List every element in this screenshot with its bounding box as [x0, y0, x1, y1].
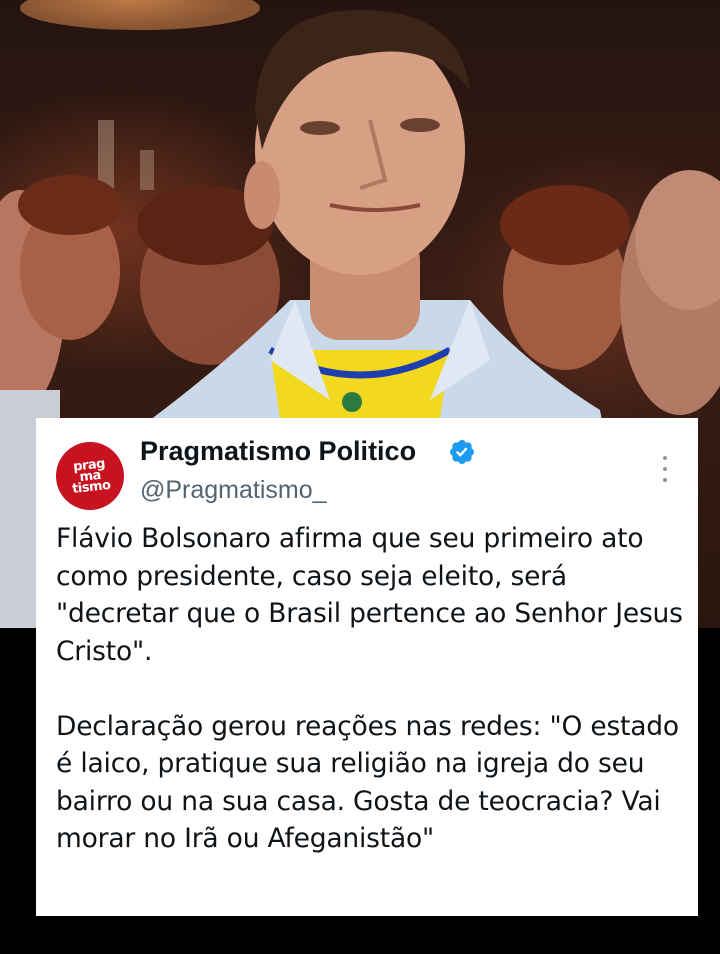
tweet-paragraph: Declaração gerou reações nas redes: "O e…	[56, 710, 679, 855]
avatar[interactable]: prag ma tismo	[56, 442, 124, 510]
handle[interactable]: @Pragmatismo_	[140, 476, 327, 505]
more-dot	[663, 467, 667, 471]
tweet-paragraph: Flávio Bolsonaro afirma que seu primeiro…	[56, 523, 683, 667]
display-name[interactable]: Pragmatismo Politico	[140, 436, 416, 467]
more-options-icon[interactable]	[658, 456, 672, 482]
tweet-text: Flávio Bolsonaro afirma que seu primeiro…	[56, 520, 684, 858]
more-dot	[663, 456, 667, 460]
avatar-logo: prag ma tismo	[69, 456, 112, 497]
tweet-card[interactable]: prag ma tismo Pragmatismo Politico @Prag…	[36, 418, 698, 916]
more-dot	[663, 478, 667, 482]
verified-badge-icon	[450, 440, 474, 464]
avatar-logo-line: tismo	[71, 477, 112, 497]
